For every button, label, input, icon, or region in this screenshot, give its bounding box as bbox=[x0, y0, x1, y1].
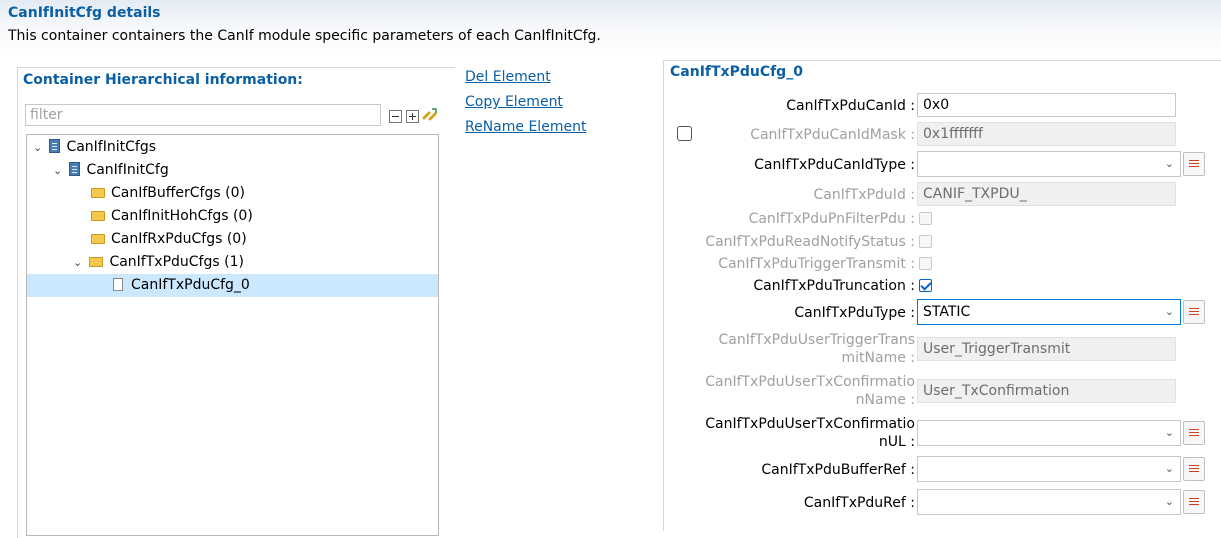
hierarchy-tree[interactable]: ⌄ CanIfInitCfgs ⌄ CanIfInitCfg CanIfBuff… bbox=[26, 134, 439, 536]
pdu-type-list-button[interactable] bbox=[1183, 300, 1205, 324]
select-value: STATIC bbox=[923, 304, 971, 320]
chevron-down-icon[interactable]: ⌄ bbox=[53, 159, 65, 182]
tree-section-header: Container Hierarchical information: bbox=[23, 72, 303, 88]
user-trigger-transmit-name-field: User_TriggerTransmit bbox=[917, 337, 1176, 361]
pdu-id-label: CanIfTxPduId : bbox=[813, 187, 915, 203]
user-tx-confirmation-name-field: User_TxConfirmation bbox=[917, 379, 1176, 403]
chevron-down-icon: ⌄ bbox=[1164, 426, 1174, 439]
pn-filter-pdu-label: CanIfTxPduPnFilterPdu : bbox=[748, 211, 915, 227]
config-module-icon bbox=[69, 162, 81, 176]
chevron-down-icon: ⌄ bbox=[1164, 305, 1174, 318]
label-line-1: CanIfTxPduUserTxConfirmatio bbox=[705, 416, 915, 432]
can-id-type-list-button[interactable] bbox=[1183, 152, 1205, 176]
can-id-field[interactable]: 0x0 bbox=[917, 93, 1176, 117]
label-line-2: nName : bbox=[855, 392, 915, 408]
expand-all-icon[interactable] bbox=[406, 110, 419, 123]
filter-input[interactable] bbox=[25, 104, 381, 126]
config-module-icon bbox=[49, 139, 61, 153]
pdu-ref-label: CanIfTxPduRef : bbox=[803, 495, 915, 511]
chevron-down-icon: ⌄ bbox=[1164, 462, 1174, 475]
pdu-type-select[interactable]: STATIC ⌄ bbox=[917, 299, 1181, 325]
tree-item-buffer-cfgs[interactable]: CanIfBufferCfgs (0) bbox=[27, 182, 438, 205]
can-id-mask-enable-checkbox[interactable] bbox=[677, 126, 692, 141]
tree-item-label: CanIfTxPduCfgs (1) bbox=[109, 254, 244, 270]
tree-item-label: CanIfBufferCfgs (0) bbox=[111, 185, 245, 201]
can-id-label: CanIfTxPduCanId : bbox=[786, 98, 915, 114]
label-line-1: CanIfTxPduUserTriggerTrans bbox=[718, 332, 915, 348]
folder-icon bbox=[91, 188, 105, 198]
can-id-type-select[interactable]: ⌄ bbox=[917, 151, 1181, 177]
collapse-all-icon[interactable] bbox=[389, 110, 402, 123]
tree-item-txpdu-cfg-0[interactable]: CanIfTxPduCfg_0 bbox=[27, 274, 438, 297]
can-id-type-label: CanIfTxPduCanIdType : bbox=[754, 157, 915, 173]
read-notify-status-checkbox bbox=[919, 235, 932, 248]
user-tx-confirmation-ul-list-button[interactable] bbox=[1183, 421, 1205, 445]
chevron-down-icon[interactable]: ⌄ bbox=[33, 136, 45, 159]
details-description: This container containers the CanIf modu… bbox=[8, 28, 601, 44]
user-tx-confirmation-ul-label: CanIfTxPduUserTxConfirmatio nUL : bbox=[705, 415, 915, 451]
del-element-link[interactable]: Del Element bbox=[465, 69, 551, 85]
can-id-mask-label: CanIfTxPduCanIdMask : bbox=[750, 127, 915, 143]
truncation-checkbox[interactable] bbox=[919, 279, 932, 292]
folder-icon bbox=[91, 234, 105, 244]
form-title: CanIfTxPduCfg_0 bbox=[670, 64, 803, 80]
folder-icon bbox=[89, 257, 104, 267]
folder-icon bbox=[91, 211, 105, 221]
tree-item-label: CanIfInitCfg bbox=[86, 162, 169, 178]
details-header-background bbox=[0, 0, 1221, 54]
user-tx-confirmation-ul-select[interactable]: ⌄ bbox=[917, 420, 1181, 446]
chevron-down-icon: ⌄ bbox=[1164, 495, 1174, 508]
tree-item-caninitcfgs[interactable]: ⌄ CanIfInitCfgs bbox=[27, 136, 438, 159]
tree-item-inithoh-cfgs[interactable]: CanIfInitHohCfgs (0) bbox=[27, 205, 438, 228]
pdu-ref-select[interactable]: ⌄ bbox=[917, 489, 1181, 515]
pdu-id-field: CANIF_TXPDU_ bbox=[917, 182, 1176, 206]
pdu-ref-list-button[interactable] bbox=[1183, 490, 1205, 514]
copy-element-link[interactable]: Copy Element bbox=[465, 94, 563, 110]
link-sync-icon[interactable] bbox=[422, 107, 438, 123]
document-icon bbox=[113, 278, 123, 291]
tree-item-label: CanIfRxPduCfgs (0) bbox=[111, 231, 247, 247]
label-line-2: nUL : bbox=[878, 434, 915, 450]
pdu-type-label: CanIfTxPduType : bbox=[794, 305, 915, 321]
label-line-2: mitName : bbox=[841, 350, 916, 366]
trigger-transmit-checkbox bbox=[919, 257, 932, 270]
buffer-ref-select[interactable]: ⌄ bbox=[917, 456, 1181, 482]
user-trigger-transmit-name-label: CanIfTxPduUserTriggerTrans mitName : bbox=[718, 331, 915, 367]
trigger-transmit-label: CanIfTxPduTriggerTransmit : bbox=[718, 256, 915, 272]
buffer-ref-list-button[interactable] bbox=[1183, 457, 1205, 481]
tree-item-label: CanIfTxPduCfg_0 bbox=[131, 277, 250, 293]
tree-item-label: CanIfInitCfgs bbox=[66, 139, 157, 155]
chevron-down-icon[interactable]: ⌄ bbox=[73, 251, 85, 274]
tree-item-label: CanIfInitHohCfgs (0) bbox=[111, 208, 253, 224]
details-title: CanIfInitCfg details bbox=[8, 5, 161, 21]
user-tx-confirmation-name-label: CanIfTxPduUserTxConfirmatio nName : bbox=[705, 373, 915, 409]
tree-item-caninitcfg[interactable]: ⌄ CanIfInitCfg bbox=[27, 159, 438, 182]
buffer-ref-label: CanIfTxPduBufferRef : bbox=[761, 462, 915, 478]
chevron-down-icon: ⌄ bbox=[1164, 157, 1174, 170]
rename-element-link[interactable]: ReName Element bbox=[465, 119, 586, 135]
tree-item-rxpdu-cfgs[interactable]: CanIfRxPduCfgs (0) bbox=[27, 228, 438, 251]
read-notify-status-label: CanIfTxPduReadNotifyStatus : bbox=[705, 234, 915, 250]
label-line-1: CanIfTxPduUserTxConfirmatio bbox=[705, 374, 915, 390]
tree-item-txpdu-cfgs[interactable]: ⌄ CanIfTxPduCfgs (1) bbox=[27, 251, 438, 274]
truncation-label: CanIfTxPduTruncation : bbox=[753, 278, 915, 294]
can-id-mask-field: 0x1fffffff bbox=[917, 122, 1176, 146]
pn-filter-pdu-checkbox bbox=[919, 212, 932, 225]
